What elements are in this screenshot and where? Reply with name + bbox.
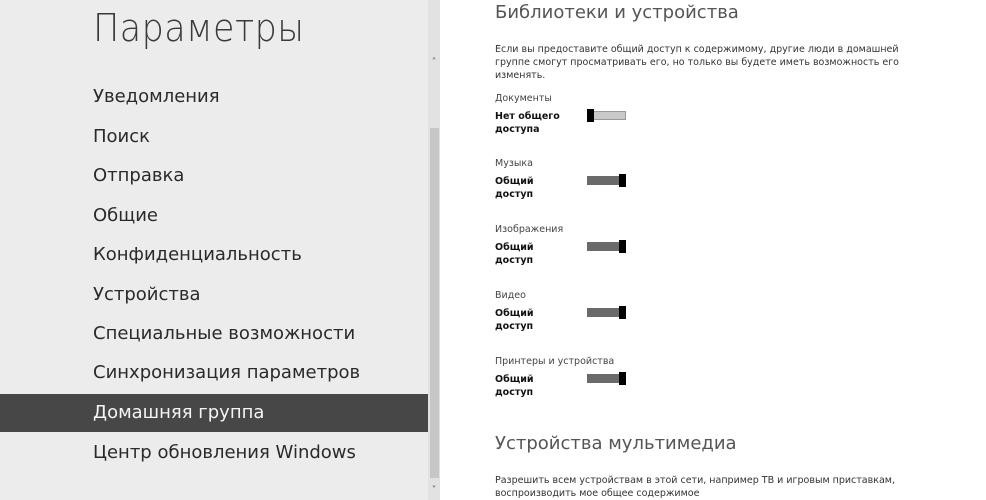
library-documents: Документы Нет общего доступа	[495, 93, 695, 153]
library-pictures: Изображения Общий доступ	[495, 224, 695, 284]
library-name: Изображения	[495, 224, 564, 235]
pictures-share-toggle[interactable]	[587, 240, 626, 253]
media-devices-section-title: Устройства мультимедиа	[495, 433, 737, 454]
nav-item-devices[interactable]: Устройства	[0, 276, 430, 314]
video-share-toggle[interactable]	[587, 306, 626, 319]
nav-item-homegroup[interactable]: Домашняя группа	[0, 394, 430, 432]
settings-nav-pane: Параметры Уведомления Поиск Отправка Общ…	[0, 0, 440, 500]
library-music: Музыка Общий доступ	[495, 158, 695, 218]
nav-item-search[interactable]: Поиск	[0, 118, 430, 156]
settings-title: Параметры	[93, 6, 305, 50]
scroll-down-icon[interactable]: ˅	[428, 484, 440, 498]
toggle-knob	[619, 372, 626, 385]
nav-item-notifications[interactable]: Уведомления	[0, 78, 430, 116]
nav-item-accessibility[interactable]: Специальные возможности	[0, 315, 430, 353]
printers-share-toggle[interactable]	[587, 372, 626, 385]
library-name: Музыка	[495, 158, 533, 169]
library-name: Документы	[495, 93, 552, 104]
toggle-knob	[619, 174, 626, 187]
nav-item-sync-settings[interactable]: Синхронизация параметров	[0, 354, 430, 392]
library-share-state: Общий доступ	[495, 374, 534, 398]
media-devices-description: Разрешить всем устройствам в этой сети, …	[495, 475, 895, 499]
nav-item-general[interactable]: Общие	[0, 197, 430, 235]
library-share-state: Общий доступ	[495, 308, 534, 332]
library-share-state: Общий доступ	[495, 176, 534, 200]
library-name: Видео	[495, 290, 526, 301]
nav-item-windows-update[interactable]: Центр обновления Windows	[0, 434, 430, 472]
documents-share-toggle[interactable]	[587, 109, 626, 122]
nav-item-privacy[interactable]: Конфиденциальность	[0, 236, 430, 274]
toggle-knob	[619, 306, 626, 319]
libraries-section-title: Библиотеки и устройства	[495, 2, 739, 23]
homegroup-content-pane: Библиотеки и устройства Если вы предоста…	[440, 0, 986, 500]
toggle-knob	[587, 109, 594, 122]
scrollbar-thumb[interactable]	[430, 128, 439, 478]
library-video: Видео Общий доступ	[495, 290, 695, 350]
library-share-state: Нет общего доступа	[495, 111, 560, 135]
library-printers-devices: Принтеры и устройства Общий доступ	[495, 356, 695, 416]
scroll-up-icon[interactable]: ˄	[428, 56, 440, 70]
nav-item-share[interactable]: Отправка	[0, 157, 430, 195]
library-share-state: Общий доступ	[495, 242, 534, 266]
music-share-toggle[interactable]	[587, 174, 626, 187]
library-name: Принтеры и устройства	[495, 356, 615, 367]
libraries-section-description: Если вы предоставите общий доступ к соде…	[495, 44, 899, 81]
toggle-knob	[619, 240, 626, 253]
